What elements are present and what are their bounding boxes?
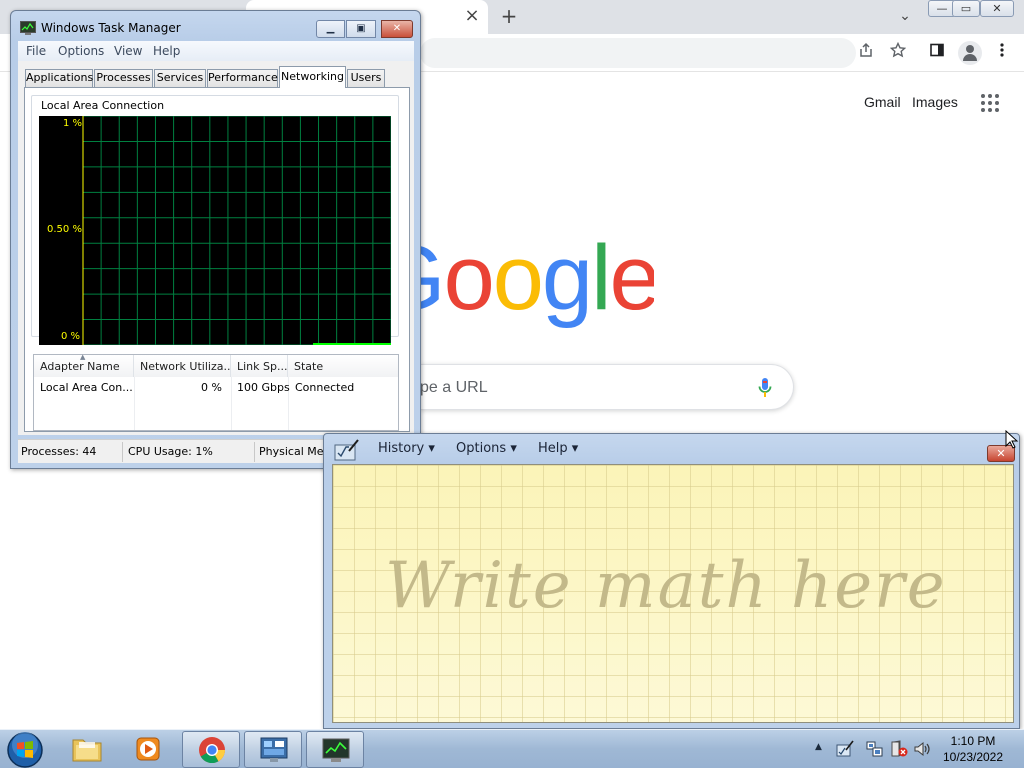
google-logo-letter: e — [609, 227, 654, 329]
task-manager-icon — [20, 21, 36, 35]
google-apps-icon[interactable] — [981, 94, 999, 112]
media-player-icon — [136, 737, 160, 761]
task-manager-client: Applications Processes Services Performa… — [18, 61, 414, 435]
browser-close-button[interactable]: ✕ — [980, 0, 1014, 17]
pen-input-icon[interactable] — [836, 740, 854, 758]
y-label-mid: 0.50 % — [47, 224, 82, 235]
google-search-box[interactable]: pe a URL — [420, 364, 794, 410]
menu-history[interactable]: History ▾ — [378, 441, 435, 456]
column-divider — [231, 377, 232, 430]
gmail-link[interactable]: Gmail — [864, 94, 901, 110]
tab-close-icon[interactable]: × — [462, 6, 482, 26]
maximize-button[interactable]: ▣ — [346, 20, 376, 38]
column-divider — [134, 377, 135, 430]
window-title: Windows Task Manager — [41, 21, 181, 35]
taskbar-windows-explorer[interactable] — [58, 731, 116, 768]
y-label-max: 1 % — [63, 118, 83, 129]
writing-hint: Write math here — [385, 549, 947, 623]
show-hidden-icons-button[interactable]: ▲ — [815, 742, 822, 752]
row-adapter-name[interactable]: Local Area Con... — [40, 381, 133, 394]
network-utilization-graph: 1 % 0.50 % 0 % — [39, 116, 391, 345]
adapter-table: Adapter Name ▲ Network Utiliza... Link S… — [33, 353, 399, 431]
status-processes: Processes: 44 — [21, 445, 97, 458]
menu-file[interactable]: File — [26, 44, 46, 58]
google-logo-letter: g — [541, 227, 593, 329]
chevron-down-icon: ▾ — [571, 441, 579, 456]
volume-icon[interactable] — [913, 740, 931, 758]
menu-history-label: History — [378, 441, 425, 456]
network-icon[interactable] — [866, 740, 884, 758]
chevron-down-icon: ▾ — [510, 441, 517, 456]
minimize-button[interactable]: ▁ — [316, 20, 345, 38]
menu-help[interactable]: Help — [153, 44, 180, 58]
tab-performance[interactable]: Performance — [207, 69, 278, 87]
tab-processes[interactable]: Processes — [94, 69, 153, 87]
task-manager-window: Windows Task Manager ▁ ▣ ✕ File Options … — [10, 10, 421, 469]
row-state: Connected — [295, 381, 355, 394]
profile-icon[interactable] — [958, 41, 982, 65]
column-link-speed[interactable]: Link Sp... — [231, 355, 288, 377]
mouse-cursor-icon — [1005, 430, 1019, 449]
graph-grid — [82, 116, 391, 345]
sort-arrow-icon: ▲ — [80, 353, 86, 361]
column-state[interactable]: State — [288, 355, 398, 377]
math-input-panel-icon — [334, 439, 359, 461]
microphone-icon[interactable] — [758, 377, 772, 399]
taskbar-google-chrome[interactable] — [182, 731, 240, 768]
google-logo: Google — [404, 218, 654, 338]
browser-restore-button[interactable]: ▭ — [952, 0, 980, 17]
bookmark-star-icon[interactable] — [886, 41, 910, 65]
chrome-icon — [199, 737, 226, 764]
menu-bar: File Options View Help — [18, 41, 414, 61]
column-network-utilization[interactable]: Network Utiliza... — [134, 355, 231, 377]
address-bar[interactable] — [420, 38, 856, 68]
action-center-icon[interactable] — [890, 740, 908, 758]
taskbar-media-player[interactable] — [120, 731, 178, 768]
tab-networking[interactable]: Networking — [279, 66, 346, 88]
task-manager-taskbar-icon — [322, 738, 350, 762]
menu-options[interactable]: Options ▾ — [456, 441, 517, 456]
kebab-menu-icon[interactable] — [990, 41, 1014, 65]
menu-help[interactable]: Help ▾ — [538, 441, 578, 456]
tab-users[interactable]: Users — [347, 69, 385, 87]
images-link[interactable]: Images — [912, 94, 958, 110]
taskbar: ▲ 1:10 PM 10/23/2022 — [0, 729, 1024, 768]
networking-panel: Local Area Connection 1 % 0.50 % 0 % Ada… — [24, 87, 410, 432]
graph-title: Local Area Connection — [41, 99, 165, 112]
share-icon[interactable] — [854, 41, 878, 65]
network-graph-group: Local Area Connection 1 % 0.50 % 0 % — [31, 95, 399, 345]
writing-area[interactable]: Write math here — [332, 464, 1014, 723]
menu-options[interactable]: Options — [58, 44, 104, 58]
control-panel-icon — [260, 737, 288, 762]
side-panel-icon[interactable] — [925, 41, 949, 65]
tab-services[interactable]: Services — [154, 69, 206, 87]
tab-search-icon[interactable]: ⌄ — [895, 6, 915, 26]
y-label-min: 0 % — [61, 331, 81, 342]
system-clock[interactable]: 1:10 PM 10/23/2022 — [932, 733, 1014, 765]
folder-icon — [72, 739, 102, 762]
new-tab-button[interactable]: + — [497, 3, 521, 29]
chevron-down-icon: ▾ — [428, 441, 435, 456]
menu-options-label: Options — [456, 441, 507, 456]
row-link-speed: 100 Gbps — [237, 381, 290, 394]
google-logo-letter: o — [443, 227, 495, 329]
taskbar-task-manager[interactable] — [306, 731, 364, 768]
taskbar-control-panel[interactable] — [244, 731, 302, 768]
search-placeholder: pe a URL — [420, 379, 488, 396]
clock-date: 10/23/2022 — [942, 750, 1004, 764]
menu-view[interactable]: View — [114, 44, 142, 58]
start-button[interactable] — [5, 731, 45, 768]
row-utilization: 0 % — [201, 381, 222, 394]
math-input-panel-window: History ▾ Options ▾ Help ▾ ✕ Write math … — [323, 433, 1020, 729]
close-button[interactable]: ✕ — [381, 20, 413, 38]
google-logo-letter: o — [492, 227, 544, 329]
menu-help-label: Help — [538, 441, 568, 456]
status-cpu-usage: CPU Usage: 1% — [128, 445, 213, 458]
google-logo-letter: l — [591, 227, 612, 329]
clock-time: 1:10 PM — [950, 734, 996, 748]
tab-applications[interactable]: Applications — [25, 69, 93, 87]
